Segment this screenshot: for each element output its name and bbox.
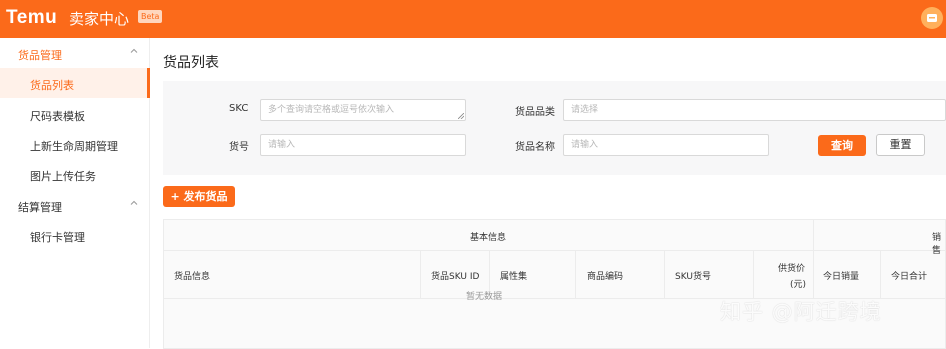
column-divider bbox=[813, 220, 814, 298]
name-label: 货品名称 bbox=[515, 142, 555, 153]
chevron-up-icon bbox=[130, 48, 138, 53]
item-no-input[interactable]: 请输入 bbox=[260, 134, 466, 156]
col-attributes: 属性集 bbox=[500, 272, 528, 282]
column-divider bbox=[880, 250, 881, 298]
skc-input[interactable]: 多个查询请空格或逗号依次输入 bbox=[260, 99, 466, 121]
reset-button[interactable]: 重置 bbox=[876, 134, 925, 156]
sidebar-item-label: 上新生命周期管理 bbox=[30, 140, 118, 153]
column-divider bbox=[420, 250, 421, 298]
publish-goods-button[interactable]: + 发布货品 bbox=[163, 186, 235, 207]
header-divider bbox=[164, 250, 946, 251]
skc-label: SKC bbox=[229, 103, 249, 114]
col-supply-price-unit: (元) bbox=[790, 280, 807, 290]
col-today-sales: 今日销量 bbox=[823, 272, 860, 282]
sidebar-item-label: 图片上传任务 bbox=[30, 170, 96, 183]
column-divider bbox=[664, 250, 665, 298]
sidebar-group-goods[interactable]: 货品管理 bbox=[0, 38, 150, 68]
category-select[interactable]: 请选择 bbox=[563, 99, 946, 121]
col-supply-price: 供货价 bbox=[778, 264, 806, 274]
empty-state-text: 暂无数据 bbox=[466, 292, 503, 302]
column-divider bbox=[575, 250, 576, 298]
col-today-total: 今日合计 bbox=[891, 272, 928, 282]
sidebar-item-label: 货品列表 bbox=[30, 79, 74, 92]
sidebar-item-goods-list[interactable]: 货品列表 bbox=[0, 68, 150, 98]
name-input[interactable]: 请输入 bbox=[563, 134, 769, 156]
sidebar-item-bank-card[interactable]: 银行卡管理 bbox=[0, 220, 150, 250]
sidebar: 货品管理 货品列表 尺码表模板 上新生命周期管理 图片上传任务 结算管理 银行卡… bbox=[0, 38, 150, 348]
top-bar: Temu 卖家中心 Beta bbox=[0, 0, 946, 38]
col-sku-no: SKU货号 bbox=[675, 272, 711, 282]
page-title: 货品列表 bbox=[163, 55, 219, 71]
filter-panel: SKC 多个查询请空格或逗号依次输入 货品品类 请选择 货号 请输入 货品名称 … bbox=[163, 81, 946, 175]
col-product-code: 商品编码 bbox=[587, 272, 624, 282]
watermark: 知乎 @阿迁跨境 bbox=[720, 300, 882, 324]
sidebar-group-settlement[interactable]: 结算管理 bbox=[0, 190, 150, 220]
item-no-label: 货号 bbox=[229, 142, 249, 153]
sidebar-group-label: 货品管理 bbox=[18, 49, 62, 62]
sidebar-item-label: 尺码表模板 bbox=[30, 110, 85, 123]
column-divider bbox=[753, 250, 754, 298]
category-label: 货品品类 bbox=[515, 107, 555, 118]
search-button[interactable]: 查询 bbox=[818, 135, 866, 156]
col-goods-info: 货品信息 bbox=[174, 272, 211, 282]
store-icon[interactable] bbox=[921, 7, 943, 29]
sidebar-item-size-chart[interactable]: 尺码表模板 bbox=[0, 99, 150, 129]
col-sku-id: 货品SKU ID bbox=[431, 272, 480, 282]
seller-center-title: 卖家中心 bbox=[69, 10, 130, 28]
sidebar-item-label: 银行卡管理 bbox=[30, 231, 85, 244]
sidebar-item-lifecycle[interactable]: 上新生命周期管理 bbox=[0, 129, 150, 159]
group-header-sales: 销售 bbox=[932, 233, 942, 256]
resize-handle-icon[interactable] bbox=[458, 113, 464, 119]
temu-logo[interactable]: Temu bbox=[6, 7, 57, 29]
group-header-basic: 基本信息 bbox=[470, 233, 507, 243]
goods-table: 基本信息 销售 货品信息 货品SKU ID 属性集 商品编码 SKU货号 供货价… bbox=[163, 219, 946, 349]
sidebar-item-image-upload[interactable]: 图片上传任务 bbox=[0, 159, 150, 189]
sidebar-group-label: 结算管理 bbox=[18, 201, 62, 214]
chevron-up-icon bbox=[130, 200, 138, 205]
beta-badge: Beta bbox=[138, 10, 163, 23]
